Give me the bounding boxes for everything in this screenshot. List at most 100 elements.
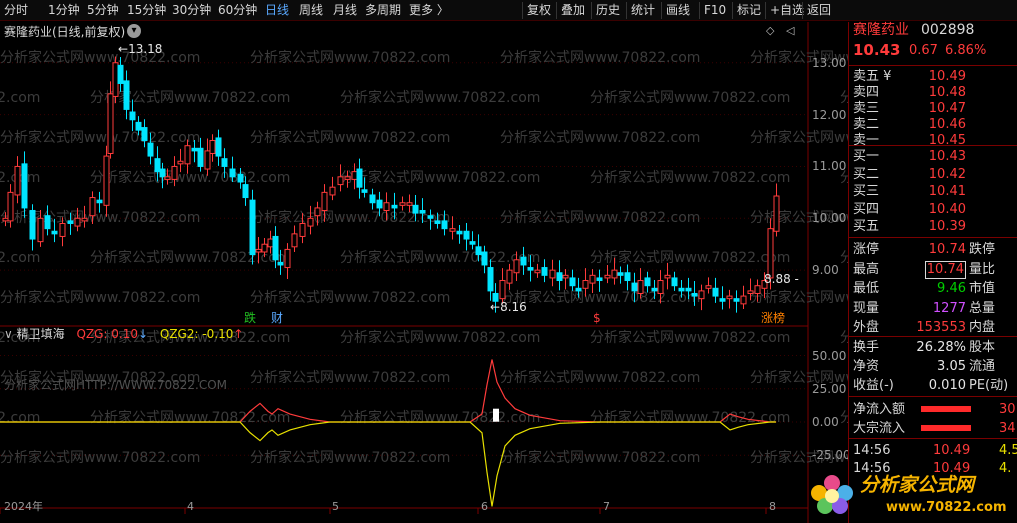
stat-row-1-label: 最高: [853, 261, 880, 277]
candle[interactable]: [329, 176, 336, 201]
candle[interactable]: [556, 260, 563, 291]
candle[interactable]: [569, 269, 576, 291]
candle[interactable]: [469, 231, 476, 250]
candle[interactable]: [21, 151, 28, 218]
candle[interactable]: [740, 285, 747, 310]
candle[interactable]: [562, 269, 569, 290]
candle[interactable]: [112, 56, 119, 104]
candle[interactable]: [698, 284, 705, 311]
candle[interactable]: [356, 158, 363, 199]
candle[interactable]: [369, 188, 376, 210]
diamond-icon[interactable]: ◇: [766, 24, 774, 38]
bid-level-5-value: 10.39: [928, 219, 966, 234]
candle[interactable]: [291, 225, 298, 252]
candle[interactable]: [712, 277, 719, 303]
fund-row-2: 收益(-) 0.010 PE(动): [849, 376, 1017, 395]
period-tab-4[interactable]: 30分钟: [172, 3, 211, 17]
price-row: 10.43 0.67 6.86%: [849, 41, 1017, 63]
bid-level-1: 买一 10.43: [849, 147, 1017, 166]
period-tab-9[interactable]: 多周期: [365, 3, 401, 17]
collapse-icon[interactable]: ◁: [786, 24, 794, 38]
candle[interactable]: [534, 263, 541, 278]
candle[interactable]: [215, 129, 222, 166]
candle[interactable]: [726, 289, 733, 309]
qzg-value: QZG: 0.10: [76, 327, 138, 341]
candle[interactable]: [177, 148, 184, 173]
event-tag-gain-rank[interactable]: 涨榜: [761, 311, 785, 325]
chart-settings-icon[interactable]: ▾: [127, 24, 141, 38]
toolbar-action-5[interactable]: F10: [704, 3, 726, 17]
low-price-marker: ←8.16: [490, 300, 527, 314]
candle[interactable]: [399, 196, 406, 211]
watermark-text: 分析家公式网www.70822.com: [250, 369, 450, 386]
fund-row-0-label2: 股本: [969, 340, 996, 355]
event-tag-fall[interactable]: 跌: [244, 311, 256, 325]
toolbar-action-4[interactable]: 画线: [666, 3, 690, 17]
candle[interactable]: [14, 156, 21, 204]
indicator-name[interactable]: 精卫填海: [17, 327, 65, 341]
candle[interactable]: [463, 222, 470, 251]
watermark-text: 分析家公式网www.70822.com: [590, 169, 790, 186]
period-tab-1[interactable]: 1分钟: [48, 3, 80, 17]
period-tab-10[interactable]: 更多 〉: [409, 3, 449, 17]
period-tab-7[interactable]: 周线: [299, 3, 323, 17]
stat-row-2-label2: 市值: [969, 281, 996, 296]
candle[interactable]: [209, 134, 216, 162]
watermark-text: 分析家公式网www.70822.com: [590, 329, 790, 346]
indicator-menu-icon[interactable]: ∨: [4, 327, 17, 341]
stat-row-3-label2: 总量: [969, 300, 996, 316]
toolbar-action-7[interactable]: +自选: [770, 3, 804, 17]
candle[interactable]: [617, 266, 624, 284]
candle[interactable]: [604, 264, 611, 284]
candle[interactable]: [499, 268, 506, 304]
watermark-text: 分析家公式网www.70822.com: [840, 249, 848, 266]
stat-row-1: 最高 10.74 量比: [849, 260, 1017, 279]
candle[interactable]: [456, 225, 463, 244]
candle[interactable]: [549, 259, 556, 287]
candle[interactable]: [506, 263, 513, 290]
candle[interactable]: [541, 259, 548, 283]
candle[interactable]: [123, 70, 130, 120]
period-tab-5[interactable]: 60分钟: [218, 3, 257, 17]
candle[interactable]: [705, 277, 712, 294]
toolbar-action-1[interactable]: 叠加: [561, 3, 585, 17]
candle[interactable]: [449, 216, 456, 240]
period-tab-0[interactable]: 分时: [4, 3, 28, 17]
toolbar-action-3[interactable]: 统计: [631, 3, 655, 17]
fund-row-1-value: 3.05: [937, 359, 966, 374]
candle[interactable]: [671, 271, 678, 291]
candle[interactable]: [719, 286, 726, 310]
period-tab-3[interactable]: 15分钟: [127, 3, 166, 17]
candle[interactable]: [284, 243, 291, 279]
tick-row[interactable]: 14:56 10.49 4.5: [849, 441, 1017, 460]
bid-level-5: 买五 10.39: [849, 217, 1017, 236]
toolbar-action-0[interactable]: 复权: [527, 3, 551, 17]
candle[interactable]: [773, 183, 780, 237]
toolbar-action-8[interactable]: 返回: [807, 3, 831, 17]
period-tab-2[interactable]: 5分钟: [87, 3, 119, 17]
toolbar-action-2[interactable]: 历史: [596, 3, 620, 17]
bid-level-1-label: 买一: [853, 149, 880, 164]
tick-time: 14:56: [853, 443, 891, 458]
candle[interactable]: [337, 164, 344, 192]
period-tab-6[interactable]: 日线: [265, 3, 289, 17]
candle[interactable]: [7, 184, 14, 228]
stat-row-3-label: 现量: [853, 300, 880, 316]
candle[interactable]: [596, 269, 603, 292]
event-tag-dollar[interactable]: $: [593, 311, 601, 325]
candle[interactable]: [664, 262, 671, 290]
candle[interactable]: [733, 290, 740, 313]
chart-area[interactable]: 分析家公式网www.70822.com 分析家公式网www.70822.com 分析…: [0, 22, 848, 523]
toolbar-action-6[interactable]: 标记: [737, 3, 761, 17]
watermark-text: 分析家公式网www.70822.com: [840, 89, 848, 106]
watermark-text: 分析家公式网www.70822.com: [250, 129, 450, 146]
candle[interactable]: [103, 145, 110, 217]
time-tick: 8: [769, 500, 776, 513]
candle[interactable]: [624, 264, 631, 291]
toolbar-separator: [591, 2, 592, 19]
candle[interactable]: [29, 204, 36, 251]
stat-row-2-label: 最低: [853, 281, 880, 296]
period-tab-8[interactable]: 月线: [333, 3, 357, 17]
event-tag-finance[interactable]: 财: [271, 311, 283, 325]
candle[interactable]: [249, 189, 256, 265]
